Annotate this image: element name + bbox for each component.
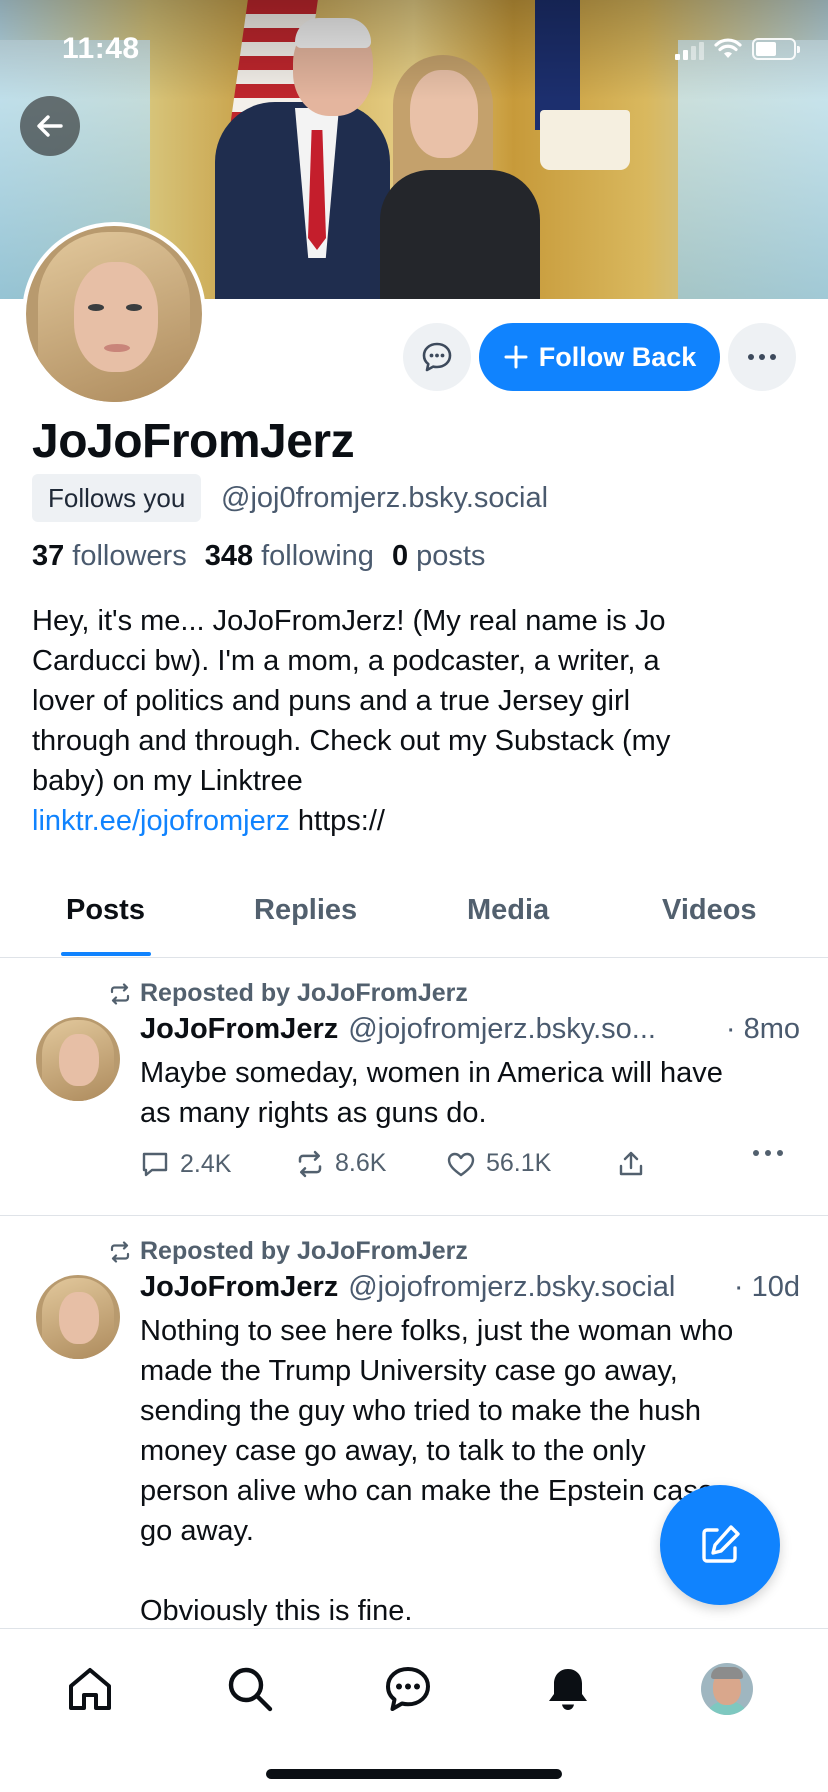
repost-icon (110, 982, 130, 1005)
follow-back-label: Follow Back (538, 341, 697, 372)
feed-post[interactable]: Reposted by JoJoFromJerz JoJoFromJerz @j… (0, 959, 828, 1216)
repost-indicator: Reposted by JoJoFromJerz (108, 979, 468, 1008)
post-timestamp[interactable]: · 8mo (726, 1013, 800, 1046)
repost-indicator: Reposted by JoJoFromJerz (108, 1237, 468, 1266)
wifi-icon (714, 38, 742, 58)
arrow-left-icon (37, 115, 63, 137)
bio-line: lover of politics and puns and a true Je… (32, 685, 631, 717)
post-actions: 2.4K 8.6K 56.1K (140, 1149, 800, 1189)
repost-count: 8.6K (335, 1149, 387, 1177)
compose-button[interactable] (660, 1485, 780, 1605)
reply-button[interactable]: 2.4K (140, 1149, 231, 1179)
posts-count: 0 (391, 540, 409, 572)
banner-lamp (540, 110, 630, 170)
following-stat[interactable]: 348 following (205, 540, 374, 573)
post-header: JoJoFromJerz @jojofromjerz.bsky.social ·… (140, 1271, 800, 1304)
reply-count: 2.4K (180, 1149, 232, 1178)
chat-bubble-icon (422, 342, 452, 372)
post-author-name[interactable]: JoJoFromJerz (140, 1013, 338, 1046)
follow-back-button[interactable]: Follow Back (479, 323, 720, 391)
profile-avatar[interactable] (22, 222, 206, 406)
bio-trailing-text: https:// (289, 805, 385, 837)
post-author-avatar[interactable] (36, 1275, 120, 1359)
profile-bio: Hey, it's me... JoJoFromJerz! (My real n… (32, 601, 772, 841)
posts-label: posts (416, 540, 486, 572)
profile-handle[interactable]: @joj0fromjerz.bsky.social (221, 482, 548, 515)
followers-label: followers (72, 540, 187, 572)
like-count: 56.1K (486, 1149, 552, 1177)
repost-label: Reposted by JoJoFromJerz (140, 1237, 468, 1265)
post-more-button[interactable] (752, 1149, 784, 1157)
followers-stat[interactable]: 37 followers (32, 540, 187, 573)
home-icon (69, 1668, 111, 1710)
like-button[interactable]: 56.1K (446, 1149, 551, 1178)
profile-stats: 37 followers 348 following 0 posts (32, 540, 485, 573)
chat-icon (386, 1667, 430, 1711)
battery-icon (752, 38, 800, 60)
cellular-signal-icon (675, 42, 704, 60)
more-options-button[interactable] (728, 323, 796, 391)
nav-chat[interactable] (378, 1659, 438, 1719)
share-button[interactable] (616, 1149, 646, 1179)
repost-label: Reposted by JoJoFromJerz (140, 979, 468, 1007)
bio-line: through and through. Check out my Substa… (32, 725, 671, 757)
bio-link[interactable]: linktr.ee/jojofromjerz (32, 805, 290, 837)
ellipsis-icon (748, 354, 776, 360)
heart-icon (447, 1152, 475, 1176)
back-button[interactable] (20, 96, 80, 156)
bio-line: baby) on my Linktree (32, 765, 303, 797)
compose-icon (702, 1525, 740, 1563)
repost-icon (298, 1150, 322, 1177)
nav-search[interactable] (220, 1659, 280, 1719)
status-icons (675, 36, 800, 60)
plus-icon (504, 345, 528, 369)
followers-count: 37 (32, 540, 65, 572)
bio-line-links: linktr.ee/jojofromjerz https:// (32, 801, 772, 841)
bell-icon (549, 1669, 587, 1710)
nav-notifications[interactable] (538, 1659, 598, 1719)
bio-line: Carducci bw). I'm a mom, a podcaster, a … (32, 645, 660, 677)
comment-icon (142, 1152, 168, 1177)
status-time: 11:48 (62, 32, 140, 65)
tab-replies[interactable]: Replies (254, 894, 357, 927)
post-author-handle[interactable]: @jojofromjerz.bsky.social (348, 1271, 726, 1304)
message-button[interactable] (403, 323, 471, 391)
tab-media[interactable]: Media (467, 894, 549, 927)
ellipsis-icon (753, 1150, 783, 1156)
active-tab-indicator (61, 952, 151, 956)
post-author-name[interactable]: JoJoFromJerz (140, 1271, 338, 1304)
nav-profile[interactable] (697, 1659, 757, 1719)
display-name: JoJoFromJerz (32, 415, 355, 468)
following-count: 348 (204, 540, 254, 572)
post-author-avatar[interactable] (36, 1017, 120, 1101)
following-label: following (261, 540, 374, 572)
tab-videos[interactable]: Videos (662, 894, 757, 927)
post-timestamp[interactable]: · 10d (734, 1271, 800, 1304)
post-author-handle[interactable]: @jojofromjerz.bsky.so... (348, 1013, 718, 1046)
search-icon (228, 1667, 273, 1712)
post-header: JoJoFromJerz @jojofromjerz.bsky.so... · … (140, 1013, 800, 1046)
posts-stat: 0 posts (392, 540, 485, 573)
user-avatar (701, 1663, 753, 1715)
tab-posts[interactable]: Posts (66, 894, 145, 927)
post-text: Maybe someday, women in America will hav… (140, 1057, 723, 1129)
nav-home[interactable] (60, 1659, 120, 1719)
repost-icon (110, 1240, 130, 1263)
home-indicator (266, 1769, 562, 1779)
bottom-navigation (0, 1628, 828, 1792)
repost-button[interactable]: 8.6K (295, 1149, 386, 1178)
profile-tabs: Posts Replies Media Videos (0, 876, 828, 958)
avatar-image (26, 226, 202, 402)
follows-you-badge: Follows you (32, 474, 202, 522)
share-icon (619, 1151, 643, 1176)
bio-line: Hey, it's me... JoJoFromJerz! (My real n… (32, 605, 666, 637)
